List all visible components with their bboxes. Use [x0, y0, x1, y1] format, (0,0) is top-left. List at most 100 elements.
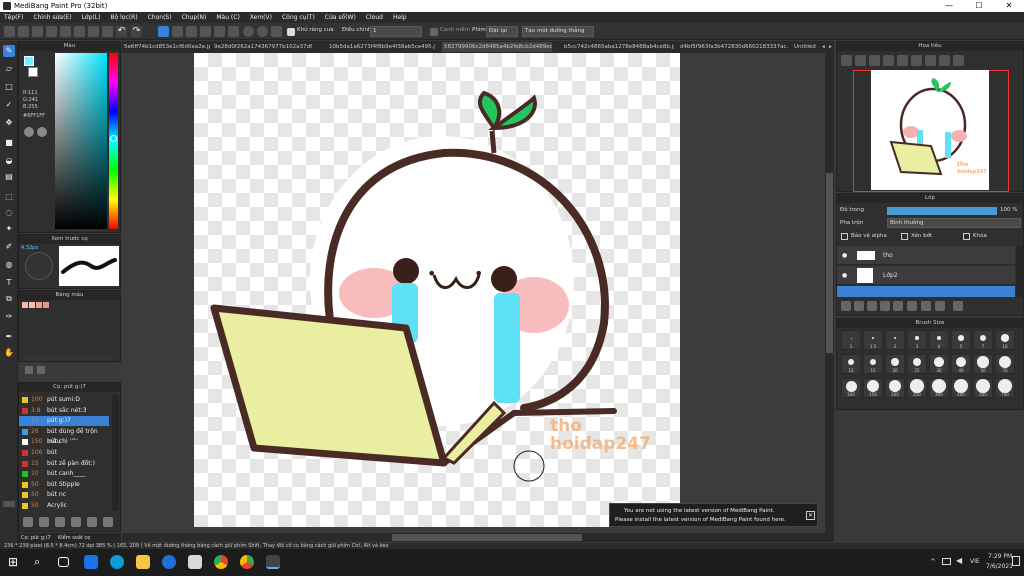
brush-item[interactable]: 150 bút chì '^' — [19, 437, 109, 447]
saturation-value-picker[interactable] — [55, 53, 107, 229]
brush-item[interactable]: 106 bút — [19, 448, 109, 458]
brush-size-cell[interactable]: 10 — [995, 330, 1015, 350]
windows-store-icon[interactable] — [84, 555, 98, 569]
brush-size-cell[interactable]: 3 — [907, 330, 927, 350]
select-eraser-icon[interactable]: ◍ — [3, 259, 15, 271]
doc-tab-active[interactable]: 582799906c2d8485a4b2fe8cb2d489ed.jpg — [442, 42, 552, 52]
antialias-checkbox[interactable] — [287, 28, 295, 36]
brush-size-cell[interactable]: 5 — [951, 330, 971, 350]
menu-select[interactable]: Chọn(S) — [148, 12, 172, 23]
layer-row[interactable]: ● tho — [837, 246, 1015, 265]
brush-size-cell[interactable]: 400 — [951, 378, 971, 398]
doc-tab[interactable]: b5cc742c4865aba1278e8488ab4ce8b.jpg — [562, 42, 674, 52]
brush-item[interactable]: 50 bút nc — [19, 490, 109, 500]
layer-row[interactable]: ● Lớp2 — [837, 266, 1015, 285]
palette-add-icon[interactable] — [25, 366, 33, 374]
brush-item-selected[interactable]: 33 pút g:)7 — [19, 416, 109, 427]
palette-swatch[interactable] — [22, 302, 28, 308]
brush-item[interactable]: 26 bút dùng để trộn màu — [19, 427, 109, 445]
brush-size-cell[interactable]: 700 — [995, 378, 1015, 398]
menu-window[interactable]: Cửa sổ(W) — [325, 12, 356, 23]
layer-scrollbar[interactable] — [1016, 246, 1024, 297]
new-1bit-layer-icon[interactable] — [867, 301, 877, 311]
lasso-tool-icon[interactable]: ◌ — [3, 207, 15, 219]
share-icon[interactable] — [60, 26, 71, 37]
doc-tab[interactable]: 5e6ff74b1cd853e1cf6d0ea2e.jpg — [122, 42, 210, 52]
brush-size-cell[interactable]: 70 — [995, 354, 1015, 374]
flip-horizontal-icon[interactable] — [939, 55, 950, 66]
brush-item[interactable]: 3.8 bút sắc nét:3 — [19, 406, 109, 416]
palette-swatch[interactable] — [29, 302, 35, 308]
brush-item[interactable]: 100 pút sumi:D — [19, 395, 109, 405]
move-tool-icon[interactable]: ✥ — [3, 117, 15, 129]
cloud-save-icon[interactable] — [46, 26, 57, 37]
flip-vertical-icon[interactable] — [953, 55, 964, 66]
primary-color-swatch[interactable] — [24, 56, 34, 66]
brush-size-cell[interactable]: 500 — [973, 378, 993, 398]
close-button[interactable]: ✕ — [994, 0, 1024, 12]
delete-layer-icon[interactable] — [953, 301, 963, 311]
search-icon[interactable]: ⌕ — [34, 555, 48, 569]
correction-select[interactable]: 1 — [370, 26, 422, 37]
notification-close-icon[interactable]: ✕ — [806, 511, 815, 520]
brush-size-cell[interactable]: 40 — [951, 354, 971, 374]
palette-delete-icon[interactable] — [37, 366, 45, 374]
delete-brush-icon[interactable] — [71, 517, 81, 527]
doc-tab[interactable]: 10b5da1a6273f4f8b9e4f38ab5ce495.jpg — [327, 42, 435, 52]
redo-icon[interactable]: ↷ — [131, 26, 142, 37]
maximize-button[interactable]: ☐ — [964, 0, 994, 12]
brush-item[interactable]: 15 bút zế pàn đốt:) — [19, 459, 109, 469]
rotate-left-icon[interactable] — [897, 55, 908, 66]
brush-size-cell[interactable]: 250 — [907, 378, 927, 398]
doc-tab[interactable]: 9e28d0f262a174367977b102a37d642ef.jpg — [212, 42, 312, 52]
doc-tab[interactable]: Untitled — [792, 42, 818, 52]
parallel-snap-icon[interactable] — [172, 26, 183, 37]
new-file-icon[interactable] — [4, 26, 15, 37]
medibang-taskbar-icon[interactable] — [266, 555, 280, 569]
brush-folder-icon[interactable] — [87, 517, 97, 527]
save-icon[interactable] — [32, 26, 43, 37]
rotate-right-icon[interactable] — [911, 55, 922, 66]
divide-tool-icon[interactable]: ⧉ — [3, 293, 15, 305]
add-brush-icon[interactable] — [39, 517, 49, 527]
doc-tab[interactable]: d4bf5f963fa3b472830d6602183337ac.jpg — [678, 42, 788, 52]
files-icon[interactable] — [188, 555, 202, 569]
protect-alpha-checkbox[interactable] — [841, 233, 848, 240]
language-indicator[interactable]: VIE — [970, 558, 980, 565]
clipping-checkbox[interactable] — [901, 233, 908, 240]
vanish-snap-icon[interactable] — [200, 26, 211, 37]
internet-explorer-icon[interactable] — [162, 555, 176, 569]
eyedropper2-icon[interactable]: ✒ — [3, 331, 15, 343]
edge-snap-checkbox[interactable] — [430, 28, 438, 36]
tab-scroll-right-icon[interactable]: ▸ — [827, 42, 834, 52]
menu-tools[interactable]: Công cụ(T) — [282, 12, 315, 23]
brush-size-cell[interactable]: 300 — [929, 378, 949, 398]
text-tool-icon[interactable]: T — [3, 277, 15, 289]
circle-snap-icon[interactable] — [243, 26, 254, 37]
reset-rotation-icon[interactable] — [925, 55, 936, 66]
brush-size-cell[interactable]: 12 — [841, 354, 861, 374]
zoom-out-icon[interactable] — [855, 55, 866, 66]
clock-time[interactable]: 7:29 PM — [988, 553, 1012, 560]
select-pen-icon[interactable]: ✐ — [3, 241, 15, 253]
color-settings-icon[interactable] — [37, 127, 47, 137]
brush-settings-icon[interactable] — [23, 517, 33, 527]
menu-filter[interactable]: Bộ lọc(R) — [110, 12, 137, 23]
magic-wand-icon[interactable]: ✦ — [3, 223, 15, 235]
brush-list-scrollbar[interactable] — [112, 395, 119, 511]
snap-settings-icon[interactable] — [271, 26, 282, 37]
brush-size-cell[interactable]: 200 — [885, 378, 905, 398]
palette-swatch[interactable] — [43, 302, 49, 308]
merge-layer-icon[interactable] — [921, 301, 931, 311]
brush-control-tab[interactable]: Kiểm soát cọ — [58, 533, 90, 543]
opacity-slider[interactable] — [887, 207, 997, 215]
layer-visibility-icon[interactable]: ● — [842, 246, 847, 265]
brush-item[interactable]: 50 bút Stipple — [19, 480, 109, 490]
blend-mode-select[interactable]: Bình thường — [887, 218, 1021, 228]
brush-size-cell[interactable]: 4 — [929, 330, 949, 350]
transform-icon[interactable] — [88, 26, 99, 37]
windows-start-icon[interactable]: ⊞ — [8, 555, 22, 569]
brush-size-cell[interactable]: 25 — [907, 354, 927, 374]
radial-snap-icon[interactable] — [214, 26, 225, 37]
layer-row-selected[interactable] — [837, 286, 1015, 297]
